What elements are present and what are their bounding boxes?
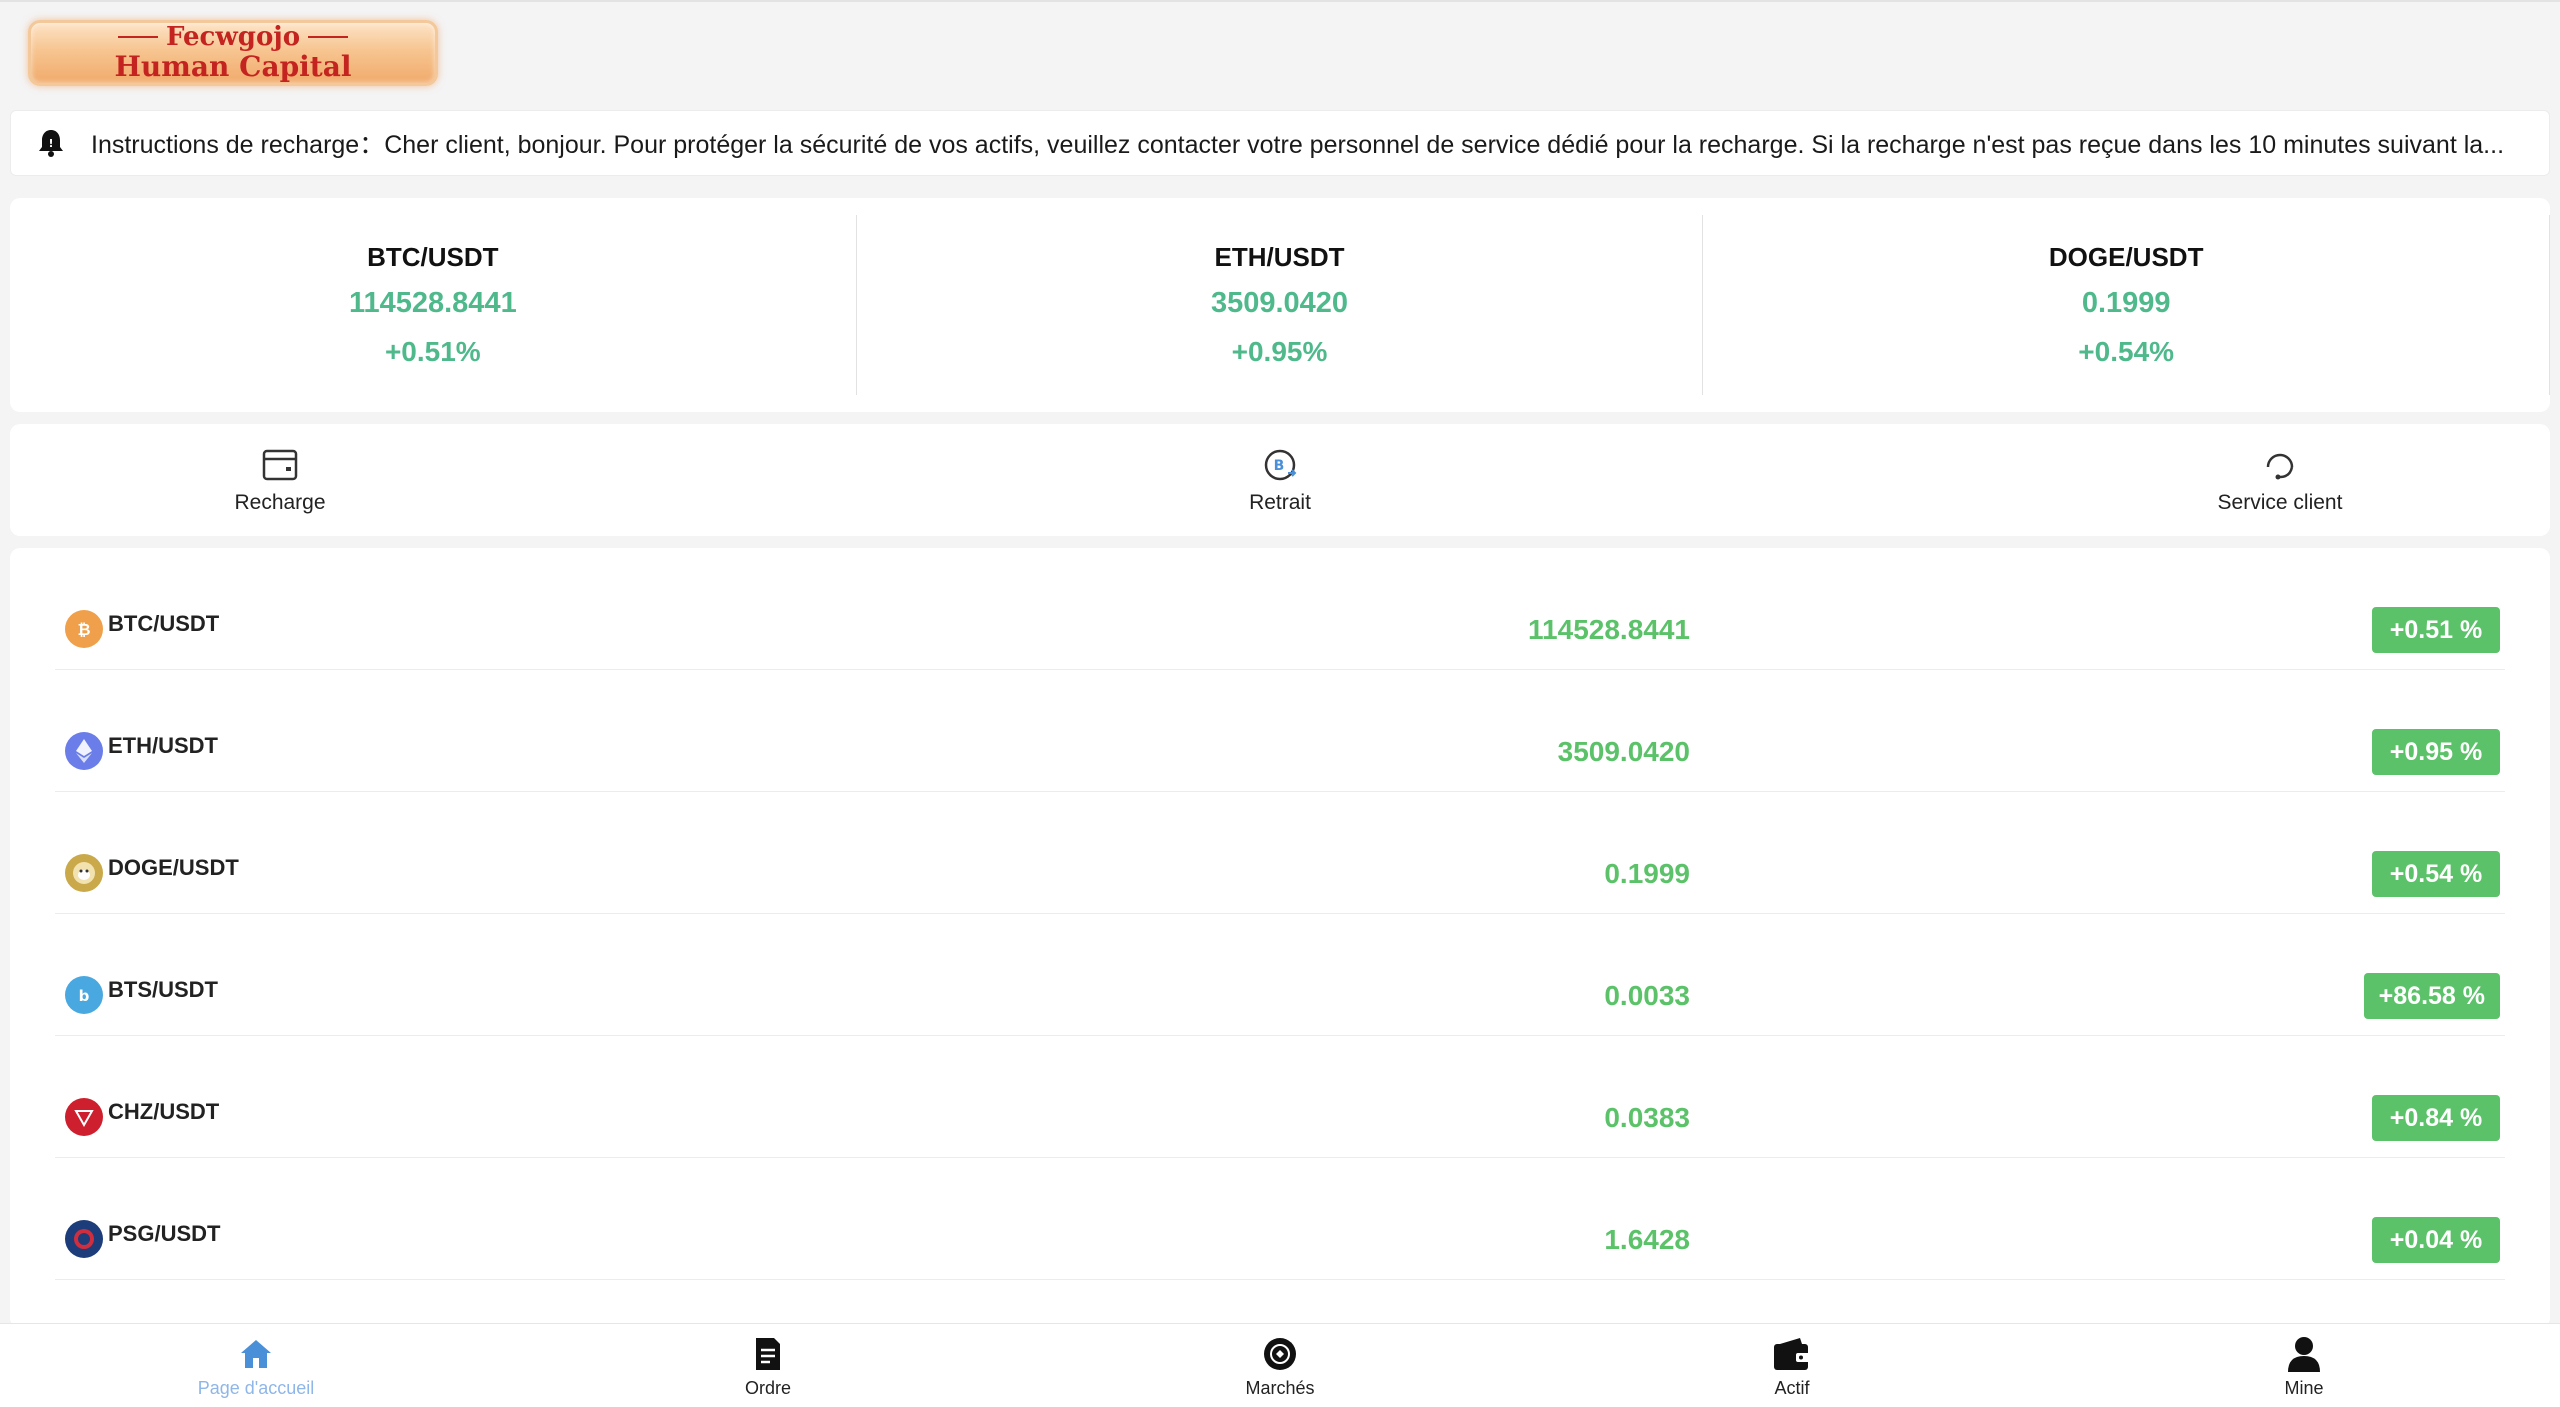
coin-pair: CHZ/USDT <box>108 1099 220 1124</box>
nav-assets-label: Actif <box>1774 1378 1810 1398</box>
customer-service-label: Service client <box>2217 491 2343 514</box>
ticker-btc[interactable]: BTC/USDT 114528.8441 +0.51% <box>10 215 857 395</box>
bell-icon: ! <box>37 128 67 158</box>
nav-markets[interactable]: Marchés <box>1024 1324 1536 1407</box>
ticker-price: 114528.8441 <box>348 287 517 319</box>
wallet-icon <box>1772 1334 1812 1374</box>
withdraw-button[interactable]: B Retrait <box>1010 445 1550 515</box>
app-page: Fecwgojo Human Capital ! Instructions de… <box>0 0 2560 1407</box>
eth-icon <box>65 732 103 770</box>
quick-actions: Recharge B Retrait Service client <box>10 424 2550 536</box>
brand-name-line1: Fecwgojo <box>165 22 301 53</box>
market-row[interactable]: b BTS/USDT 0.0033 +86.58 % <box>55 914 2505 1036</box>
user-icon <box>2284 1334 2324 1374</box>
home-icon <box>236 1334 276 1374</box>
bottom-navigation: Page d'accueil Ordre Marchés Actif Mine <box>0 1323 2560 1407</box>
wallet-icon <box>260 445 300 485</box>
coin-pair: BTC/USDT <box>108 611 220 636</box>
coin-change-badge: +0.95 % <box>2372 729 2500 775</box>
svg-text:!: ! <box>48 137 53 150</box>
coin-pair: PSG/USDT <box>108 1221 221 1246</box>
coin-change-badge: +0.04 % <box>2372 1217 2500 1263</box>
coin-price: 1.6428 <box>1604 1224 1690 1255</box>
nav-profile[interactable]: Mine <box>2048 1324 2560 1407</box>
doge-icon <box>65 854 103 892</box>
header: Fecwgojo Human Capital <box>0 2 2560 98</box>
nav-assets[interactable]: Actif <box>1536 1324 2048 1407</box>
market-icon <box>1260 1334 1300 1374</box>
coin-pair: DOGE/USDT <box>108 855 239 880</box>
brand-name-line2: Human Capital <box>114 50 352 84</box>
coin-pair: ETH/USDT <box>108 733 218 758</box>
market-list: ₿ BTC/USDT 114528.8441 +0.51 % ETH/USDT … <box>10 548 2550 1328</box>
headset-icon <box>2260 445 2300 485</box>
recharge-button[interactable]: Recharge <box>10 445 550 515</box>
bts-icon: b <box>65 976 103 1014</box>
market-row[interactable]: CHZ/USDT 0.0383 +0.84 % <box>55 1036 2505 1158</box>
recharge-notice-bar[interactable]: ! Instructions de recharge：Cher client, … <box>10 110 2550 176</box>
coin-change-badge: +0.84 % <box>2372 1095 2500 1141</box>
ticker-price: 0.1999 <box>2081 287 2171 319</box>
btc-icon: ₿ <box>65 610 103 648</box>
withdraw-coin-icon: B <box>1260 445 1300 485</box>
ticker-eth[interactable]: ETH/USDT 3509.0420 +0.95% <box>857 215 1704 395</box>
svg-text:B: B <box>1274 458 1285 474</box>
nav-orders[interactable]: Ordre <box>512 1324 1024 1407</box>
svg-text:b: b <box>79 987 90 1005</box>
ticker-pair: ETH/USDT <box>1214 242 1345 272</box>
ticker-doge[interactable]: DOGE/USDT 0.1999 +0.54% <box>1703 215 2551 395</box>
customer-service-button[interactable]: Service client <box>2010 445 2550 515</box>
ticker-price: 3509.0420 <box>1210 287 1349 319</box>
coin-price: 3509.0420 <box>1557 736 1690 767</box>
market-row[interactable]: ₿ BTC/USDT 114528.8441 +0.51 % <box>55 548 2505 670</box>
psg-icon <box>65 1220 103 1258</box>
ticker-pair: DOGE/USDT <box>2048 242 2204 272</box>
ticker-pair: BTC/USDT <box>367 242 499 272</box>
coin-price: 0.1999 <box>1604 858 1690 889</box>
coin-price: 0.0383 <box>1604 1102 1690 1133</box>
coin-change-badge: +0.51 % <box>2372 607 2500 653</box>
coin-change-badge: +0.54 % <box>2372 851 2500 897</box>
nav-profile-label: Mine <box>2284 1378 2324 1398</box>
nav-home-label: Page d'accueil <box>197 1378 315 1398</box>
recharge-label: Recharge <box>234 491 326 514</box>
withdraw-label: Retrait <box>1249 491 1311 514</box>
nav-home[interactable]: Page d'accueil <box>0 1324 512 1407</box>
ticker-change: +0.51% <box>384 336 481 367</box>
market-row[interactable]: DOGE/USDT 0.1999 +0.54 % <box>55 792 2505 914</box>
market-row[interactable]: PSG/USDT 1.6428 +0.04 % <box>55 1158 2505 1280</box>
chz-icon <box>65 1098 103 1136</box>
nav-markets-label: Marchés <box>1245 1378 1315 1398</box>
coin-pair: BTS/USDT <box>108 977 218 1002</box>
notice-text: Instructions de recharge：Cher client, bo… <box>91 131 2505 159</box>
ticker-change: +0.54% <box>2078 336 2175 367</box>
svg-text:₿: ₿ <box>77 620 90 639</box>
market-row[interactable]: ETH/USDT 3509.0420 +0.95 % <box>55 670 2505 792</box>
document-icon <box>748 1334 788 1374</box>
brand-logo: Fecwgojo Human Capital <box>28 20 438 86</box>
nav-orders-label: Ordre <box>744 1378 791 1398</box>
ticker-summary: BTC/USDT 114528.8441 +0.51% ETH/USDT 350… <box>10 198 2551 412</box>
coin-price: 0.0033 <box>1604 980 1690 1011</box>
ticker-change: +0.95% <box>1231 336 1328 367</box>
coin-price: 114528.8441 <box>1528 614 1690 645</box>
coin-change-badge: +86.58 % <box>2363 973 2500 1019</box>
